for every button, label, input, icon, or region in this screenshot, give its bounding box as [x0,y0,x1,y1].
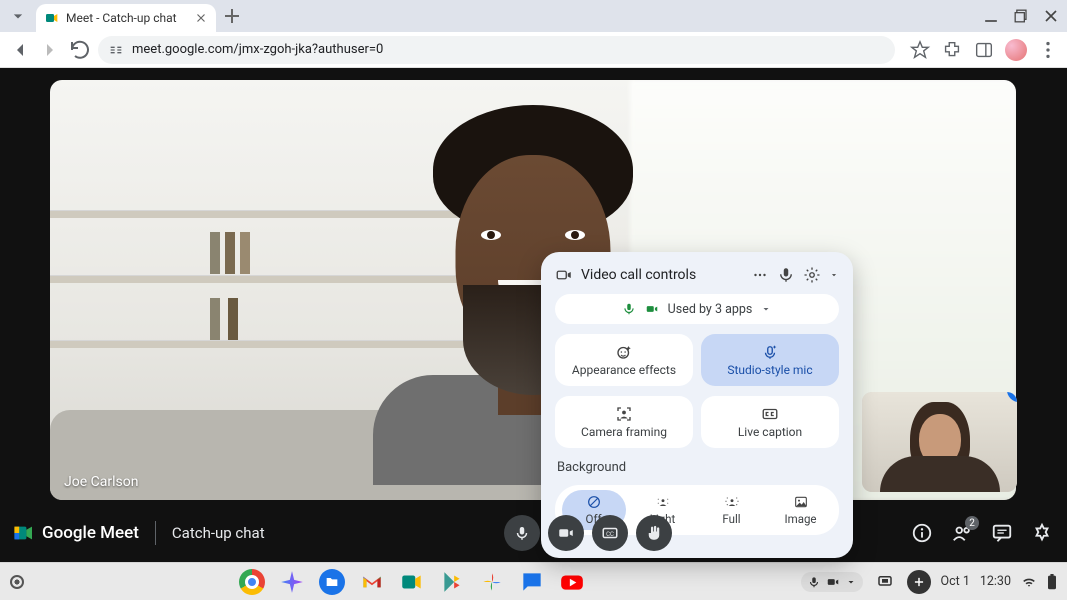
wifi-icon [1021,575,1037,589]
close-tab-icon[interactable] [194,11,208,25]
mic-tray-icon [807,575,821,589]
svg-text:CC: CC [606,531,614,538]
address-bar[interactable]: meet.google.com/jmx-zgoh-jka?authuser=0 [98,36,895,64]
chevron-down-icon [845,576,857,588]
people-icon[interactable]: 2 [951,522,973,544]
restore-window-icon[interactable] [1011,6,1031,26]
studio-mic-tile[interactable]: Studio-style mic [701,334,839,386]
mic-sparkle-icon [761,343,779,361]
gmail-app-icon[interactable] [359,569,385,595]
meet-favicon-icon [44,10,60,26]
self-view-tile[interactable] [862,392,1017,492]
participant-name: Joe Carlson [64,474,138,490]
meet-logo: Google Meet [14,523,139,543]
mic-toggle-button[interactable] [504,515,540,551]
files-app-icon[interactable] [319,569,345,595]
settings-gear-icon[interactable] [803,266,821,284]
back-button[interactable] [8,38,32,62]
camera-toggle-button[interactable] [548,515,584,551]
caption-icon [761,405,779,423]
side-panel-icon[interactable] [973,39,995,61]
meet-app-icon[interactable] [399,569,425,595]
chat-icon[interactable] [991,522,1013,544]
chrome-tabstrip: Meet - Catch-up chat [0,0,1067,32]
play-app-icon[interactable] [439,569,465,595]
videocam-icon [555,266,573,284]
mic-header-icon[interactable] [777,266,795,284]
tile-label: Camera framing [581,425,667,439]
meet-page: Joe Carlson Video call controls Used by … [0,68,1067,562]
camera-framing-tile[interactable]: Camera framing [555,396,693,448]
chrome-toolbar: meet.google.com/jmx-zgoh-jka?authuser=0 [0,32,1067,68]
system-tray[interactable]: Oct 1 12:30 [801,570,1058,594]
meet-logo-icon [14,525,34,541]
site-settings-icon[interactable] [108,42,124,58]
cam-green-icon [644,302,660,316]
chrome-menu-icon[interactable] [1037,39,1059,61]
raise-hand-button[interactable] [636,515,672,551]
chrome-app-icon[interactable] [239,569,265,595]
forward-button [38,38,62,62]
photos-app-icon[interactable] [479,569,505,595]
mic-green-icon [622,302,636,316]
battery-icon [1047,574,1057,590]
popup-title: Video call controls [581,267,743,283]
tile-label: Live caption [738,425,802,439]
framing-icon [615,405,633,423]
chromeos-shelf: Oct 1 12:30 [0,562,1067,600]
tile-label: Appearance effects [572,363,676,377]
background-section-label: Background [555,460,839,475]
tile-label: Studio-style mic [727,363,812,377]
meeting-title: Catch-up chat [172,524,265,542]
appearance-effects-tile[interactable]: Appearance effects [555,334,693,386]
more-icon[interactable] [751,266,769,284]
close-window-icon[interactable] [1041,6,1061,26]
browser-tab[interactable]: Meet - Catch-up chat [36,4,216,32]
reload-button[interactable] [68,38,92,62]
sparkle-face-icon [615,343,633,361]
meet-bottom-bar: Google Meet Catch-up chat CC 2 [0,504,1067,562]
chevron-down-icon [760,303,772,315]
messages-app-icon[interactable] [519,569,545,595]
live-caption-tile[interactable]: Live caption [701,396,839,448]
activities-icon[interactable] [1031,522,1053,544]
device-summary-pill[interactable]: Used by 3 apps [555,294,839,324]
av-tray-pill[interactable] [801,572,863,592]
gemini-app-icon[interactable] [279,569,305,595]
tabs-search-icon[interactable] [8,6,28,26]
device-summary-text: Used by 3 apps [668,302,753,317]
chevron-down-icon[interactable] [829,266,839,284]
divider [155,521,156,545]
cam-tray-icon [825,575,841,589]
screen-capture-tray-icon[interactable] [873,570,897,594]
tray-date: Oct 1 [941,574,970,589]
launcher-button[interactable] [10,575,24,589]
url-text: meet.google.com/jmx-zgoh-jka?authuser=0 [132,42,383,57]
tray-time: 12:30 [980,574,1011,589]
add-tray-button[interactable] [907,570,931,594]
profile-avatar[interactable] [1005,39,1027,61]
cc-toggle-button[interactable]: CC [592,515,628,551]
extensions-icon[interactable] [941,39,963,61]
info-icon[interactable] [911,522,933,544]
new-tab-button[interactable] [220,4,244,28]
youtube-app-icon[interactable] [559,569,585,595]
minimize-window-icon[interactable] [981,6,1001,26]
tab-title: Meet - Catch-up chat [66,11,188,25]
bookmark-star-icon[interactable] [909,39,931,61]
product-name: Google Meet [42,523,139,543]
people-count-badge: 2 [965,516,979,530]
